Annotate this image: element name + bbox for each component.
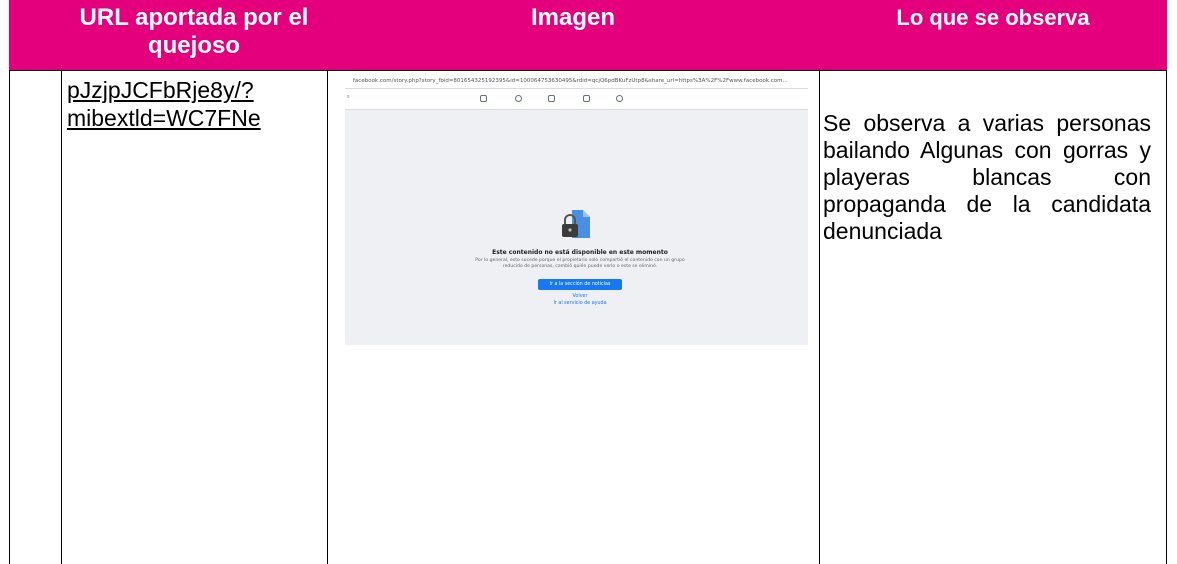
complaint-url-link[interactable]: pJzjpJCFbRje8y/?mibextld=WC7FNe — [67, 76, 317, 132]
help-link[interactable]: Ir al servicio de ayuda — [465, 301, 695, 307]
table-border-col1 — [61, 70, 62, 564]
table-border-left — [9, 70, 10, 564]
friends-icon — [515, 95, 522, 102]
back-link[interactable]: Volver — [465, 294, 695, 300]
header-url: URL aportada por el quejoso — [61, 0, 327, 70]
search-field-fragment: s — [347, 94, 350, 100]
table-border-right — [1166, 70, 1167, 564]
lock-icon — [562, 210, 590, 238]
header-image: Imagen — [327, 0, 819, 70]
unavailable-message: Este contenido no está disponible en est… — [465, 249, 695, 307]
groups-icon — [616, 95, 623, 102]
facebook-nav-bar: s — [345, 89, 808, 110]
video-icon — [548, 95, 555, 102]
marketplace-icon — [583, 95, 590, 102]
home-icon — [480, 95, 487, 102]
go-to-news-button[interactable]: Ir a la sección de noticias — [537, 279, 623, 290]
evidence-screenshot: facebook.com/story.php?story_fbid=801654… — [345, 75, 808, 345]
unavailable-title: Este contenido no está disponible en est… — [492, 249, 668, 256]
table-border-col2 — [327, 70, 328, 564]
table-header-divider — [9, 70, 1167, 71]
observed-description: Se observa a varias personas bailando Al… — [823, 110, 1151, 244]
header-observed: Lo que se observa — [819, 0, 1167, 70]
browser-address-bar: facebook.com/story.php?story_fbid=801654… — [345, 75, 808, 89]
unavailable-description: Por lo general, esto sucede porque el pr… — [475, 258, 685, 269]
header-index-cell — [9, 0, 61, 70]
table-border-col3 — [819, 70, 820, 564]
